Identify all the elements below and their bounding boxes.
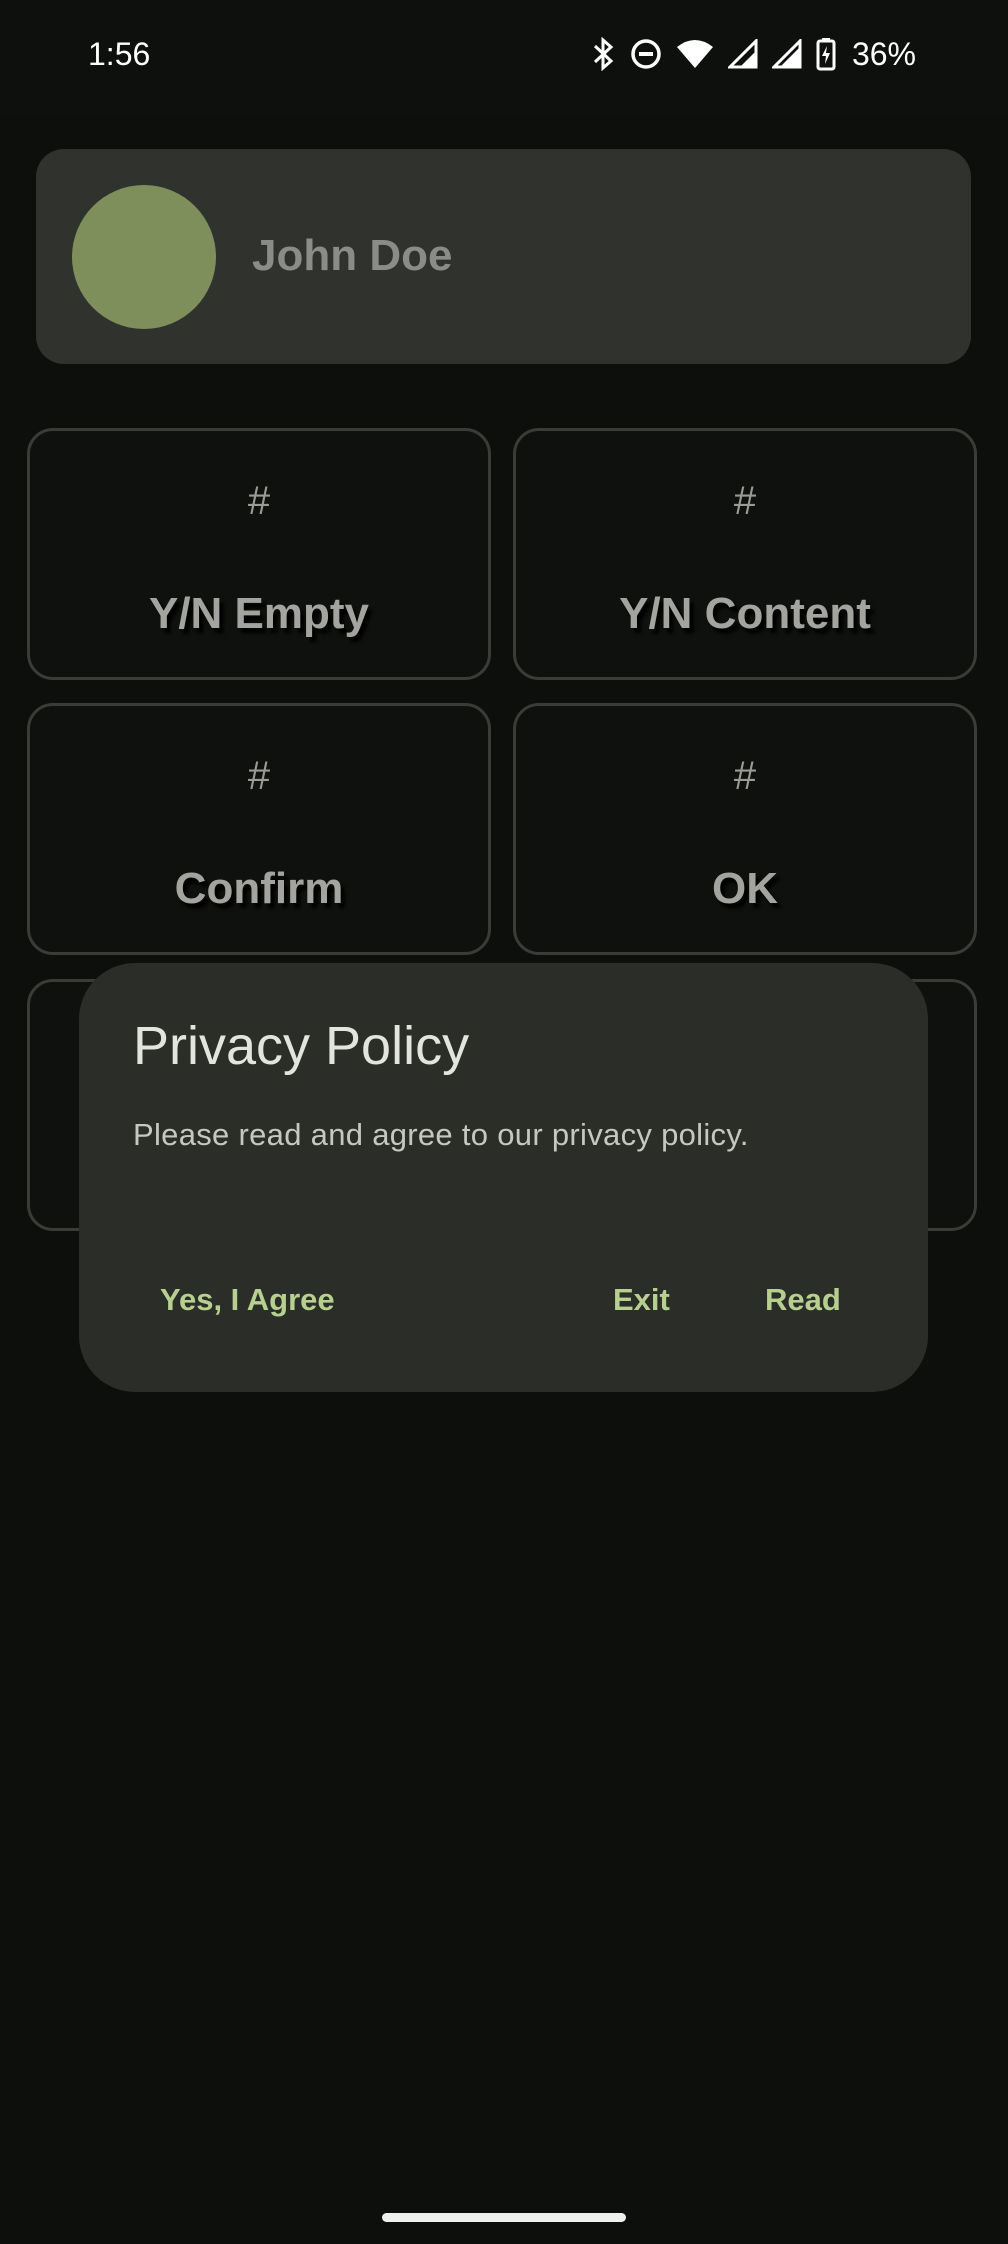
status-bar: 1:56 36%	[0, 0, 1008, 114]
battery-percentage: 36%	[851, 35, 916, 72]
read-button[interactable]: Read	[739, 1265, 867, 1335]
signal-icon	[771, 39, 802, 69]
tile-yn-content[interactable]: # Y/N Content	[513, 428, 977, 680]
agree-button[interactable]: Yes, I Agree	[134, 1265, 361, 1335]
status-time: 1:56	[88, 36, 151, 72]
wifi-icon	[676, 39, 714, 69]
hash-icon: #	[733, 479, 757, 523]
tile-label: OK	[712, 864, 778, 913]
gesture-nav-bar[interactable]	[382, 2213, 626, 2222]
privacy-policy-dialog: Privacy Policy Please read and agree to …	[79, 963, 928, 1392]
avatar	[72, 185, 216, 329]
tile-label: Y/N Empty	[148, 589, 370, 638]
profile-name: John Doe	[252, 231, 453, 280]
do-not-disturb-icon	[630, 38, 662, 70]
exit-button[interactable]: Exit	[587, 1265, 696, 1335]
profile-card[interactable]: John Doe	[36, 149, 971, 364]
status-icons: 36%	[592, 34, 916, 74]
bluetooth-icon	[592, 37, 616, 71]
hash-icon: #	[247, 754, 271, 798]
hash-icon: #	[733, 754, 757, 798]
hash-icon: #	[247, 479, 271, 523]
dialog-title: Privacy Policy	[133, 1016, 470, 1076]
tile-confirm[interactable]: # Confirm	[27, 703, 491, 955]
tile-label: Y/N Content	[619, 589, 871, 638]
dialog-message: Please read and agree to our privacy pol…	[133, 1117, 749, 1152]
battery-charging-icon	[816, 37, 836, 71]
tile-yn-empty[interactable]: # Y/N Empty	[27, 428, 491, 680]
tile-label: Confirm	[174, 864, 344, 913]
tile-ok[interactable]: # OK	[513, 703, 977, 955]
signal-icon	[727, 39, 758, 69]
